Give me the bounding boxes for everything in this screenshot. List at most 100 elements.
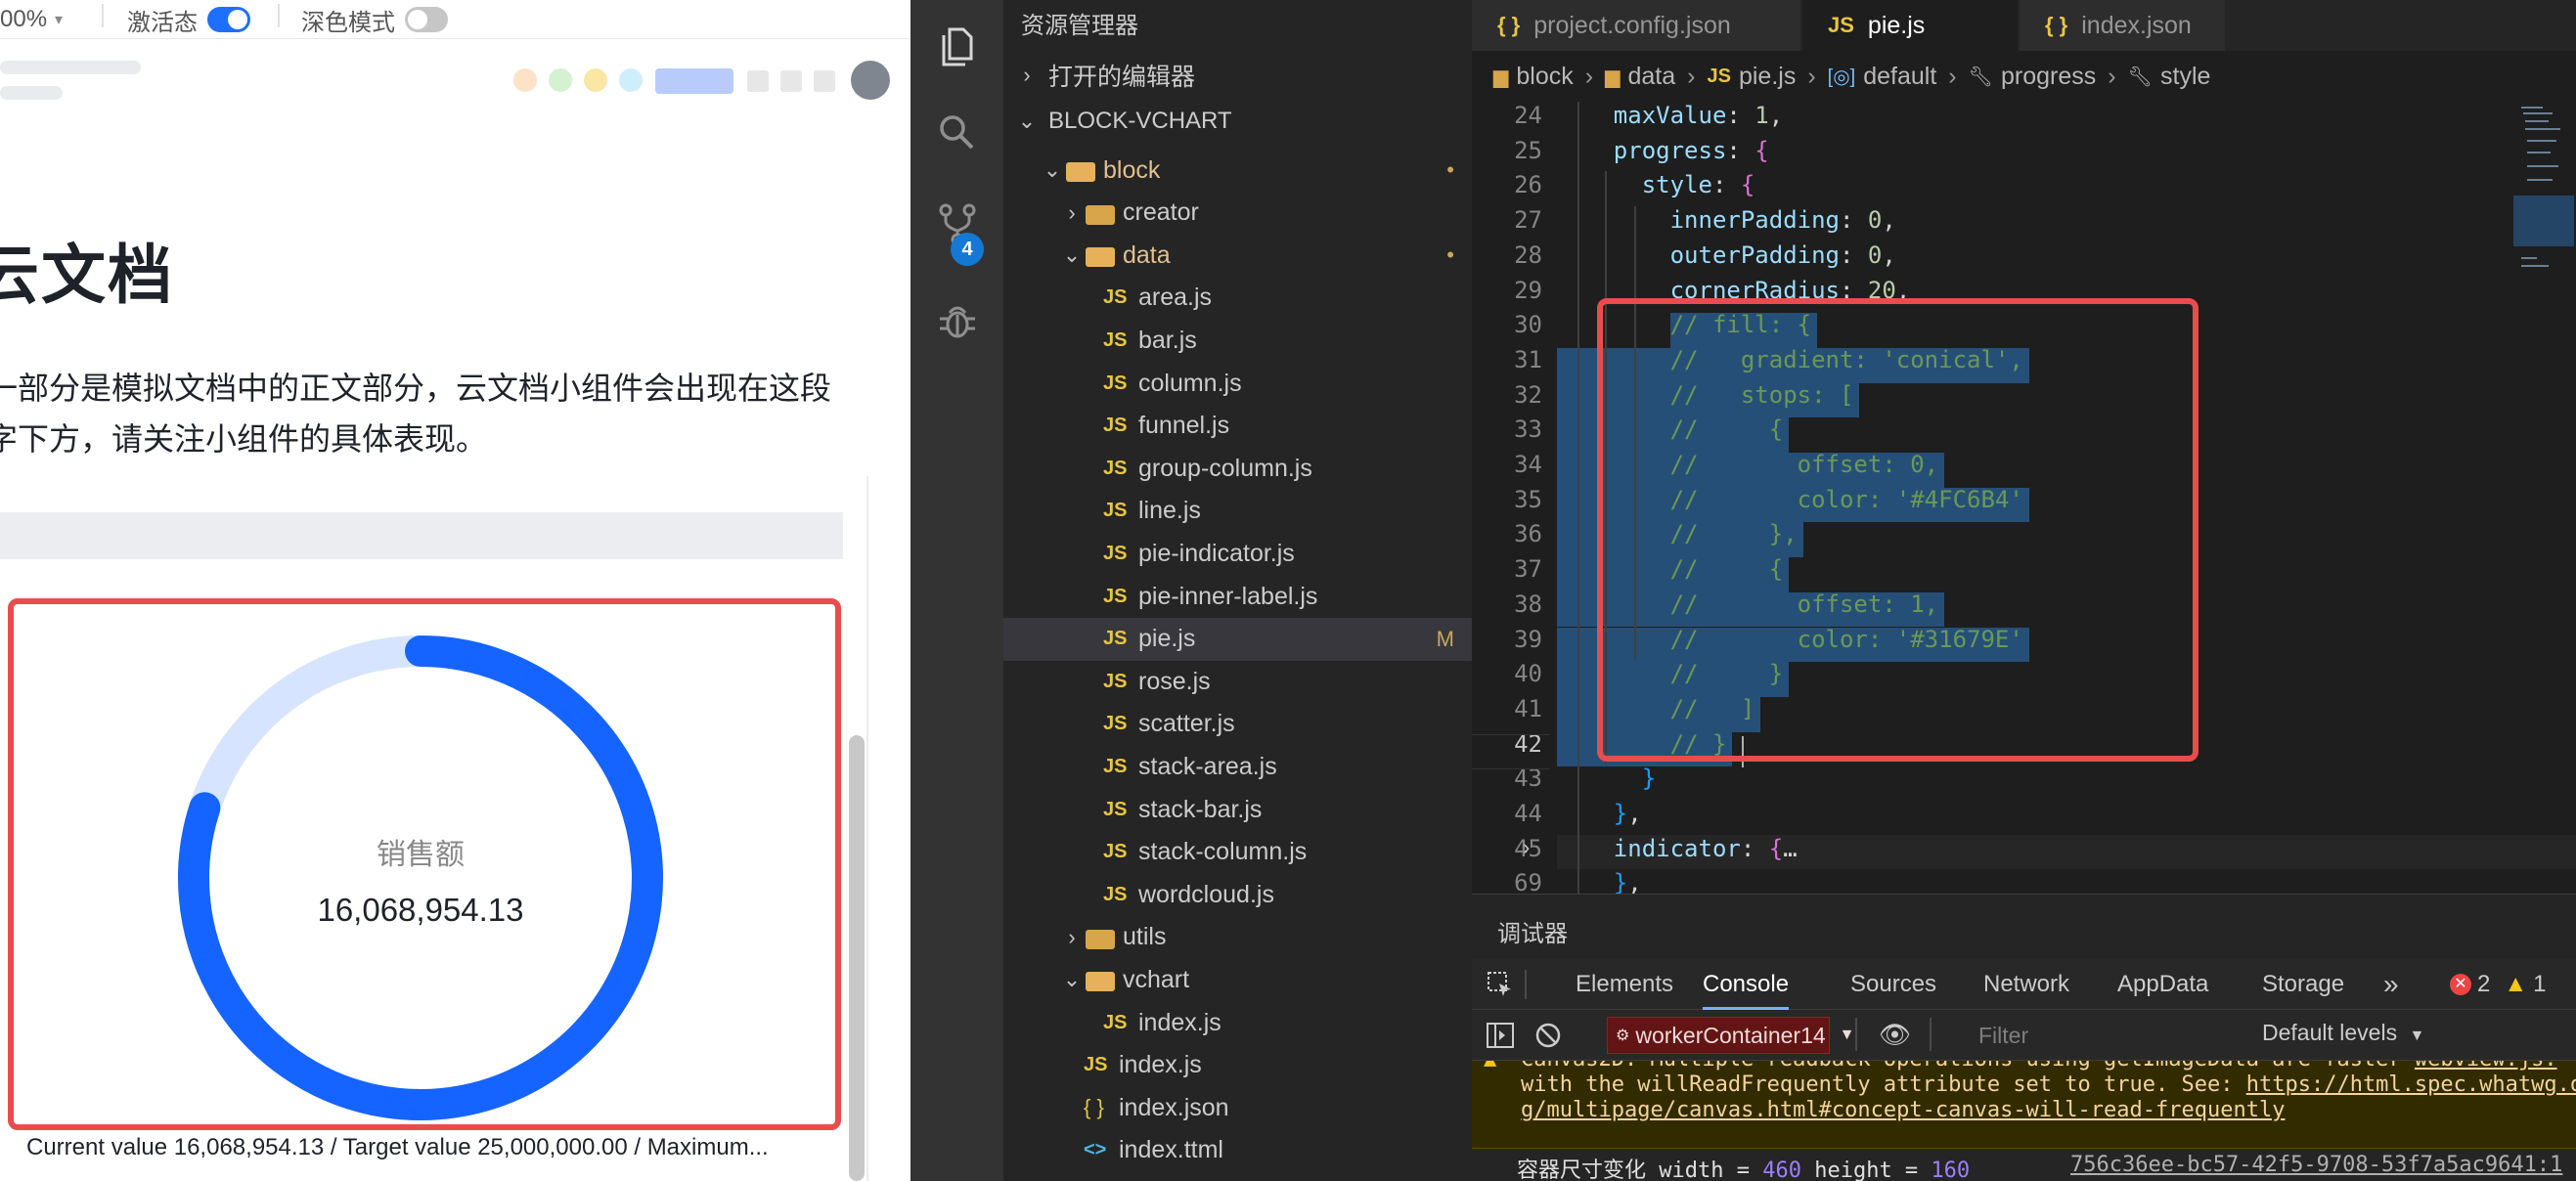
js-icon: JS: [1103, 841, 1128, 863]
source-link[interactable]: webview.js:: [2415, 1061, 2557, 1072]
tree-file[interactable]: JS bar.js: [1003, 319, 1472, 362]
tree-file[interactable]: JS pie-inner-label.js: [1003, 575, 1472, 618]
tree-file[interactable]: JS scatter.js: [1003, 703, 1472, 746]
tab-pie-js[interactable]: JS pie.js: [1802, 0, 2018, 51]
tree-file[interactable]: JS stack-bar.js: [1003, 788, 1472, 831]
tab-console[interactable]: Console: [1703, 959, 1790, 1010]
chevron-right-icon: ›: [1687, 62, 1696, 90]
sidebar-toggle-icon[interactable]: [1486, 1022, 1515, 1056]
context-select[interactable]: ⚙ workerContainer14 ▼: [1607, 1017, 1855, 1054]
tree-file[interactable]: JS stack-column.js: [1003, 831, 1472, 874]
tree-file[interactable]: JS group-column.js: [1003, 447, 1472, 490]
tree-item-label: index.json: [1119, 1093, 1229, 1121]
doc-link[interactable]: https://html.spec.whatwg.o: [2246, 1072, 2576, 1097]
tree-file[interactable]: JS index.js: [1003, 1001, 1472, 1044]
error-count[interactable]: ✕ 2 ▲ 1: [2450, 959, 2546, 1010]
line-number: 41: [1514, 694, 1542, 722]
breadcrumb-item[interactable]: pie.js: [1739, 63, 1796, 91]
js-icon: JS: [1103, 1011, 1128, 1033]
chevron-right-icon: ›: [1807, 62, 1816, 90]
line-number: 37: [1514, 555, 1542, 584]
breadcrumb-item[interactable]: style: [2160, 63, 2210, 91]
folder-icon: [1064, 158, 1103, 182]
line-number: 40: [1514, 660, 1542, 688]
js-icon: JS: [1103, 457, 1128, 479]
tree-item-label: bar.js: [1138, 326, 1197, 354]
fold-chevron-icon[interactable]: ›: [1523, 835, 1530, 860]
chevron-right-icon: ›: [2108, 62, 2116, 90]
js-icon: JS: [1103, 372, 1128, 394]
project-label: BLOCK-VCHART: [1048, 108, 1232, 134]
breadcrumb-item[interactable]: default: [1863, 63, 1936, 91]
source-link[interactable]: 756c36ee-bc57-42f5-9708-53f7a5ac9641:1: [2070, 1153, 2562, 1177]
project-section[interactable]: ⌄ BLOCK-VCHART: [1003, 100, 1472, 143]
tree-file[interactable]: JS wordcloud.js: [1003, 873, 1472, 916]
tree-item-label: rose.js: [1138, 667, 1211, 695]
tree-item-label: pie-inner-label.js: [1138, 582, 1318, 610]
line-number: 36: [1514, 520, 1542, 548]
line-number: 34: [1514, 451, 1542, 478]
chevron-down-icon: ▼: [2409, 1028, 2425, 1044]
chevron-right-icon: ›: [1584, 62, 1594, 90]
tree-folder[interactable]: › utils: [1003, 916, 1472, 959]
explorer-title: 资源管理器: [1021, 13, 1138, 39]
folder-icon: [1084, 968, 1123, 992]
tree-folder[interactable]: ⌄ vchart: [1003, 958, 1472, 1001]
tree-item-label: creator: [1123, 198, 1199, 227]
chevron-down-icon: ▼: [1839, 1027, 1855, 1043]
breadcrumb-item[interactable]: data: [1627, 63, 1675, 91]
tab-sources[interactable]: Sources: [1850, 959, 1936, 1010]
divider: [1525, 970, 1527, 999]
tab-index-json[interactable]: { } index.json: [2020, 0, 2225, 51]
tab-appdata[interactable]: AppData: [2117, 959, 2208, 1010]
highlight-box: [1597, 298, 2198, 762]
clear-console-icon[interactable]: [1534, 1022, 1562, 1056]
open-editors-section[interactable]: › 打开的编辑器: [1003, 54, 1472, 97]
wrench-icon: 🔧︎: [2127, 66, 2153, 88]
tab-storage[interactable]: Storage: [2262, 959, 2344, 1010]
divider: [1855, 1018, 1857, 1051]
breadcrumb-item[interactable]: block: [1516, 63, 1573, 91]
search-icon[interactable]: [910, 86, 1003, 179]
tree-item-label: block: [1103, 155, 1161, 184]
folder-icon: ▆: [1493, 66, 1509, 88]
code-line: innerPadding: 0,: [1669, 206, 1896, 235]
tree-file[interactable]: JS funnel.js: [1003, 405, 1472, 448]
code-line: indicator: {…: [1613, 834, 1798, 862]
tree-file[interactable]: JS column.js: [1003, 362, 1472, 405]
tab-elements[interactable]: Elements: [1576, 959, 1673, 1010]
tree-file[interactable]: { } index.json: [1003, 1086, 1472, 1129]
breadcrumb-item[interactable]: progress: [2001, 63, 2096, 91]
tree-file[interactable]: JS index.js: [1003, 1044, 1472, 1087]
debug-icon[interactable]: [910, 274, 1003, 367]
tree-folder[interactable]: ⌄ block •: [1003, 149, 1472, 192]
folder-icon: [1084, 243, 1123, 268]
inspect-element-icon[interactable]: [1486, 959, 1515, 1010]
json-icon: { }: [2045, 13, 2068, 37]
js-icon: JS: [1103, 542, 1128, 564]
tab-project-config[interactable]: { } project.config.json: [1472, 0, 1800, 51]
tree-folder[interactable]: ⌄ data •: [1003, 234, 1472, 277]
files-icon[interactable]: [910, 0, 1003, 93]
tree-item-label: stack-bar.js: [1138, 795, 1263, 823]
tree-file[interactable]: JS area.js: [1003, 277, 1472, 320]
minimap[interactable]: [2513, 102, 2576, 297]
tree-file[interactable]: <> index.ttml: [1003, 1129, 1472, 1172]
tree-file[interactable]: JS pie-indicator.js: [1003, 532, 1472, 575]
tree-item-label: data: [1123, 241, 1171, 269]
tree-file[interactable]: JS line.js: [1003, 490, 1472, 533]
tree-folder[interactable]: › creator: [1003, 192, 1472, 235]
wrench-icon: 🔧︎: [1968, 66, 1994, 88]
tree-file[interactable]: JS pie.js M: [1003, 617, 1472, 661]
code-line: progress: {: [1613, 136, 1769, 164]
eye-icon[interactable]: 👁︎: [1879, 1020, 1911, 1050]
folder-icon: ▆: [1605, 66, 1621, 88]
more-tabs-button[interactable]: »: [2383, 959, 2399, 1010]
tab-network[interactable]: Network: [1983, 959, 2069, 1010]
log-levels-select[interactable]: Default levels ▼: [2262, 1020, 2424, 1046]
tree-file[interactable]: JS stack-area.js: [1003, 745, 1472, 788]
tree-item-label: vchart: [1123, 965, 1190, 993]
console-filter-input[interactable]: Filter: [1967, 1020, 2241, 1051]
tree-file[interactable]: JS rose.js: [1003, 660, 1472, 703]
doc-link[interactable]: g/multipage/canvas.html#concept-canvas-w…: [1521, 1098, 2285, 1122]
